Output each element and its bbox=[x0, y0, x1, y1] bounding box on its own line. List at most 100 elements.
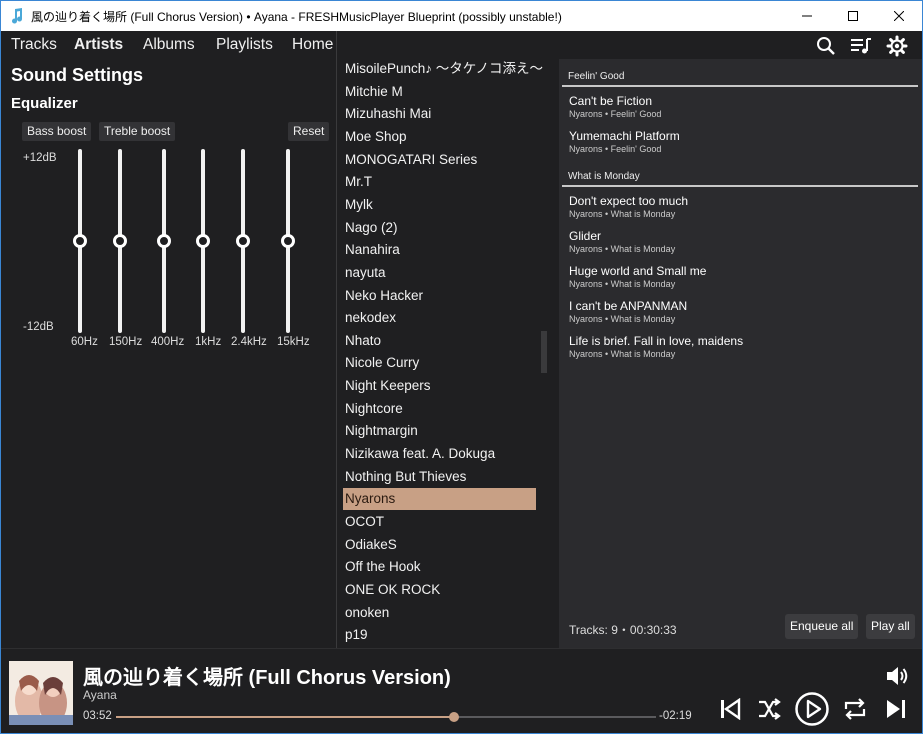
track-row[interactable]: Glider Nyarons • What is Monday bbox=[569, 229, 675, 254]
eq-slider-thumb[interactable] bbox=[113, 234, 127, 248]
track-row[interactable]: I can't be ANPANMAN Nyarons • What is Mon… bbox=[569, 299, 687, 324]
artist-item[interactable]: OCOT bbox=[343, 511, 536, 533]
volume-icon bbox=[887, 667, 908, 685]
track-subtitle: Nyarons • Feelin' Good bbox=[569, 144, 662, 154]
artist-item[interactable]: p19 bbox=[343, 624, 536, 646]
seek-bar-fill bbox=[116, 716, 454, 718]
artist-item[interactable]: onoken bbox=[343, 602, 536, 624]
track-subtitle: Nyarons • Feelin' Good bbox=[569, 109, 662, 119]
window-title: 風の辿り着く場所 (Full Chorus Version) • Ayana -… bbox=[31, 10, 562, 24]
track-row[interactable]: Can't be Fiction Nyarons • Feelin' Good bbox=[569, 94, 661, 119]
eq-slider-1khz[interactable] bbox=[193, 149, 213, 333]
artist-item[interactable]: OdiakeS bbox=[343, 534, 536, 556]
tab-tracks[interactable]: Tracks bbox=[11, 36, 57, 54]
eq-slider-thumb[interactable] bbox=[281, 234, 295, 248]
artist-item[interactable]: Nicole Curry bbox=[343, 352, 536, 374]
shuffle-button[interactable] bbox=[756, 695, 782, 723]
artist-item[interactable]: Nanahira bbox=[343, 239, 536, 261]
shuffle-icon bbox=[759, 698, 781, 720]
artist-item[interactable]: Moe Shop bbox=[343, 126, 536, 148]
artist-item[interactable]: nekodex bbox=[343, 307, 536, 329]
sound-settings-title: Sound Settings bbox=[11, 65, 143, 85]
artist-item[interactable]: Nhato bbox=[343, 330, 536, 352]
seek-bar-handle[interactable] bbox=[448, 712, 459, 722]
eq-slider-400hz[interactable] bbox=[154, 149, 174, 333]
artist-item[interactable]: nayuta bbox=[343, 262, 536, 284]
reset-button[interactable]: Reset bbox=[288, 122, 330, 141]
volume-button[interactable] bbox=[884, 663, 910, 689]
artist-item[interactable]: Mitchie M bbox=[343, 81, 536, 103]
enqueue-all-button[interactable]: Enqueue all bbox=[785, 614, 859, 639]
track-title: Don't expect too much bbox=[569, 194, 689, 208]
track-subtitle: Nyarons • What is Monday bbox=[569, 349, 676, 359]
track-row[interactable]: Don't expect too much Nyarons • What is M… bbox=[569, 194, 688, 219]
main-nav: Tracks Artists Albums Playlists Home bbox=[1, 31, 337, 59]
eq-slider-60hz[interactable] bbox=[70, 149, 90, 333]
bass-boost-button[interactable]: Bass boost bbox=[22, 122, 92, 141]
eq-freq-label: 60Hz bbox=[71, 336, 98, 348]
artist-list-scrollbar[interactable] bbox=[541, 331, 547, 373]
tab-home[interactable]: Home bbox=[292, 36, 333, 54]
app-window: 風の辿り着く場所 (Full Chorus Version) • Ayana -… bbox=[0, 0, 923, 734]
track-title: Life is brief. Fall in love, maidens bbox=[569, 334, 744, 348]
album-group-header: What is Monday bbox=[562, 171, 918, 187]
maximize-button[interactable] bbox=[830, 1, 876, 31]
play-all-button[interactable]: Play all bbox=[866, 614, 915, 639]
search-icon[interactable] bbox=[815, 35, 837, 57]
now-playing-title: 風の辿り着く場所 (Full Chorus Version) bbox=[83, 667, 451, 689]
track-subtitle: Nyarons • What is Monday bbox=[569, 209, 676, 219]
eq-slider-thumb[interactable] bbox=[73, 234, 87, 248]
eq-slider-thumb[interactable] bbox=[196, 234, 210, 248]
artist-item[interactable]: Nyarons bbox=[343, 488, 536, 511]
artist-item[interactable]: Nothing But Thieves bbox=[343, 466, 536, 488]
player-bar: 風の辿り着く場所 (Full Chorus Version) Ayana 03:… bbox=[1, 648, 922, 733]
artist-item[interactable]: Nightcore bbox=[343, 398, 536, 420]
next-button[interactable] bbox=[882, 695, 910, 723]
tab-albums[interactable]: Albums bbox=[143, 36, 195, 54]
top-toolbar bbox=[801, 31, 922, 59]
artist-item[interactable]: Off the Hook bbox=[343, 556, 536, 578]
queue-icon[interactable] bbox=[850, 35, 872, 57]
artist-item[interactable]: Nizikawa feat. A. Dokuga bbox=[343, 443, 536, 465]
artist-item[interactable]: Mr.T bbox=[343, 171, 536, 193]
eq-slider-2.4khz[interactable] bbox=[233, 149, 253, 333]
artist-item[interactable]: ONE OK ROCK bbox=[343, 579, 536, 601]
album-cover bbox=[9, 661, 73, 725]
eq-slider-15khz[interactable] bbox=[278, 149, 298, 333]
music-note-icon bbox=[12, 8, 23, 24]
track-title: I can't be ANPANMAN bbox=[569, 299, 688, 313]
close-icon bbox=[894, 11, 904, 21]
track-row[interactable]: Yumemachi Platform Nyarons • Feelin' Good bbox=[569, 129, 680, 154]
artist-item[interactable]: MONOGATARI Series bbox=[343, 149, 536, 171]
play-button[interactable] bbox=[793, 691, 831, 727]
tab-playlists[interactable]: Playlists bbox=[216, 36, 273, 54]
artist-item[interactable]: Nago (2) bbox=[343, 217, 536, 239]
minimize-button[interactable] bbox=[784, 1, 830, 31]
repeat-button[interactable] bbox=[841, 695, 869, 723]
track-subtitle: Nyarons • What is Monday bbox=[569, 314, 676, 324]
track-row[interactable]: Life is brief. Fall in love, maidens Nyar… bbox=[569, 334, 743, 359]
treble-boost-button[interactable]: Treble boost bbox=[99, 122, 176, 141]
track-subtitle: Nyarons • What is Monday bbox=[569, 279, 676, 289]
gear-icon[interactable] bbox=[886, 35, 908, 57]
close-button[interactable] bbox=[876, 1, 922, 31]
artist-item[interactable]: Neko Hacker bbox=[343, 285, 536, 307]
eq-min-label: -12dB bbox=[23, 321, 54, 333]
maximize-icon bbox=[848, 11, 858, 21]
artist-item[interactable]: Night Keepers bbox=[343, 375, 536, 397]
artist-item[interactable]: Nightmargin bbox=[343, 420, 536, 442]
track-row[interactable]: Huge world and Small me Nyarons • What is… bbox=[569, 264, 706, 289]
artist-item[interactable]: Mylk bbox=[343, 194, 536, 216]
eq-slider-thumb[interactable] bbox=[236, 234, 250, 248]
tracks-summary: Tracks: 9・00:30:33 bbox=[569, 623, 677, 637]
eq-slider-thumb[interactable] bbox=[157, 234, 171, 248]
artist-item[interactable]: Mizuhashi Mai bbox=[343, 103, 536, 125]
eq-freq-label: 150Hz bbox=[109, 336, 143, 348]
eq-slider-150hz[interactable] bbox=[110, 149, 130, 333]
artist-item[interactable]: MisoilePunch♪ 〜タケノコ添え〜 bbox=[343, 59, 543, 80]
seek-bar[interactable] bbox=[116, 712, 656, 722]
tab-artists[interactable]: Artists bbox=[74, 36, 123, 54]
album-group-header: Feelin' Good bbox=[562, 71, 918, 87]
remaining-time: -02:19 bbox=[659, 710, 692, 722]
previous-button[interactable] bbox=[717, 695, 743, 723]
